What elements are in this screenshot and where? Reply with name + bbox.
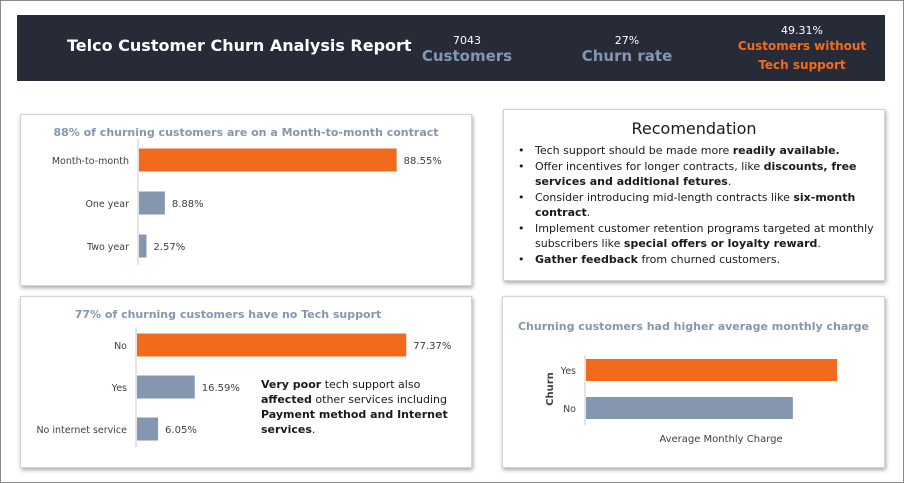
data-label-1: 8.88% <box>172 199 204 210</box>
note-bold-3: Payment method and Internet services <box>261 408 448 436</box>
data-label-0: 77.37% <box>413 341 451 352</box>
y-axis-label: Churn <box>545 372 556 406</box>
recommendation-item: Consider introducing mid-length contract… <box>516 190 874 221</box>
kpi-customers-label: Customers <box>421 47 513 65</box>
note-text-2: other services including <box>311 393 447 406</box>
bar-2 <box>139 234 147 258</box>
report-header: Telco Customer Churn Analysis Report 704… <box>17 15 885 81</box>
recommendation-item: Gather feedback from churned customers. <box>516 252 874 268</box>
kpi-no-tech-support-label-line2: Tech support <box>758 58 846 72</box>
recommendation-list: Tech support should be made more readily… <box>516 143 874 267</box>
data-label-0: 88.55% <box>404 156 442 167</box>
data-label-1: 16.59% <box>202 383 240 394</box>
category-label-2: Two year <box>86 242 129 253</box>
category-label-1: Yes <box>111 383 127 394</box>
recommendation-item: Tech support should be made more readily… <box>516 143 874 159</box>
data-label-2: 2.57% <box>153 242 185 253</box>
kpi-no-tech-support-label-line1: Customers without <box>737 39 867 53</box>
kpi-no-tech-support-value: 49.31% <box>781 24 823 37</box>
note-text-3: . <box>311 423 316 436</box>
category-label-1: One year <box>85 199 129 210</box>
monthly-charge-chart: Yes No Average Monthly Charge Churn <box>545 355 838 445</box>
category-label-0: Month-to-month <box>52 156 129 167</box>
category-label-0: No <box>114 341 127 352</box>
note-bold-1: Very poor <box>261 378 322 391</box>
kpi-no-tech-support-label: Customers without Tech support <box>732 37 872 75</box>
kpi-churn-rate-value: 27% <box>614 34 640 47</box>
x-axis-label: Average Monthly Charge <box>659 434 782 445</box>
monthly-charge-chart-card: Churning customers had higher average mo… <box>502 296 885 468</box>
report-title: Telco Customer Churn Analysis Report <box>67 36 412 55</box>
kpi-churn-rate: 27% Churn rate <box>577 34 677 65</box>
kpi-customers-value: 7043 <box>453 34 481 47</box>
tech-support-chart-card: 77% of churning customers have no Tech s… <box>20 296 472 468</box>
bar-1 <box>139 191 165 215</box>
bar-0 <box>139 148 397 172</box>
tech-support-note: Very poor tech support also affected oth… <box>261 377 471 437</box>
category-label-2: No internet service <box>36 425 127 436</box>
bar-1 <box>137 375 195 399</box>
note-bold-2: affected <box>261 393 312 406</box>
bar-1 <box>586 397 793 419</box>
recommendation-item: Offer incentives for longer contracts, l… <box>516 159 874 190</box>
bar-2 <box>137 417 159 441</box>
recommendation-card: Recomendation Tech support should be mad… <box>503 109 885 281</box>
bar-0 <box>586 359 838 381</box>
contract-chart-card: 88% of churning customers are on a Month… <box>20 114 472 286</box>
kpi-customers: 7043 Customers <box>417 34 517 65</box>
kpi-no-tech-support: 49.31% Customers without Tech support <box>732 24 872 75</box>
data-label-2: 6.05% <box>165 425 197 436</box>
kpi-churn-rate-label: Churn rate <box>581 47 673 65</box>
recommendation-title: Recomendation <box>631 119 757 138</box>
note-text-1: tech support also <box>321 378 421 391</box>
category-label-1: No <box>563 404 576 415</box>
category-label-0: Yes <box>560 366 576 377</box>
recommendation-item: Implement customer retention programs ta… <box>516 221 874 252</box>
bar-0 <box>137 333 407 357</box>
contract-chart: Month-to-month 88.55% One year 8.88% Two yea… <box>52 139 442 265</box>
